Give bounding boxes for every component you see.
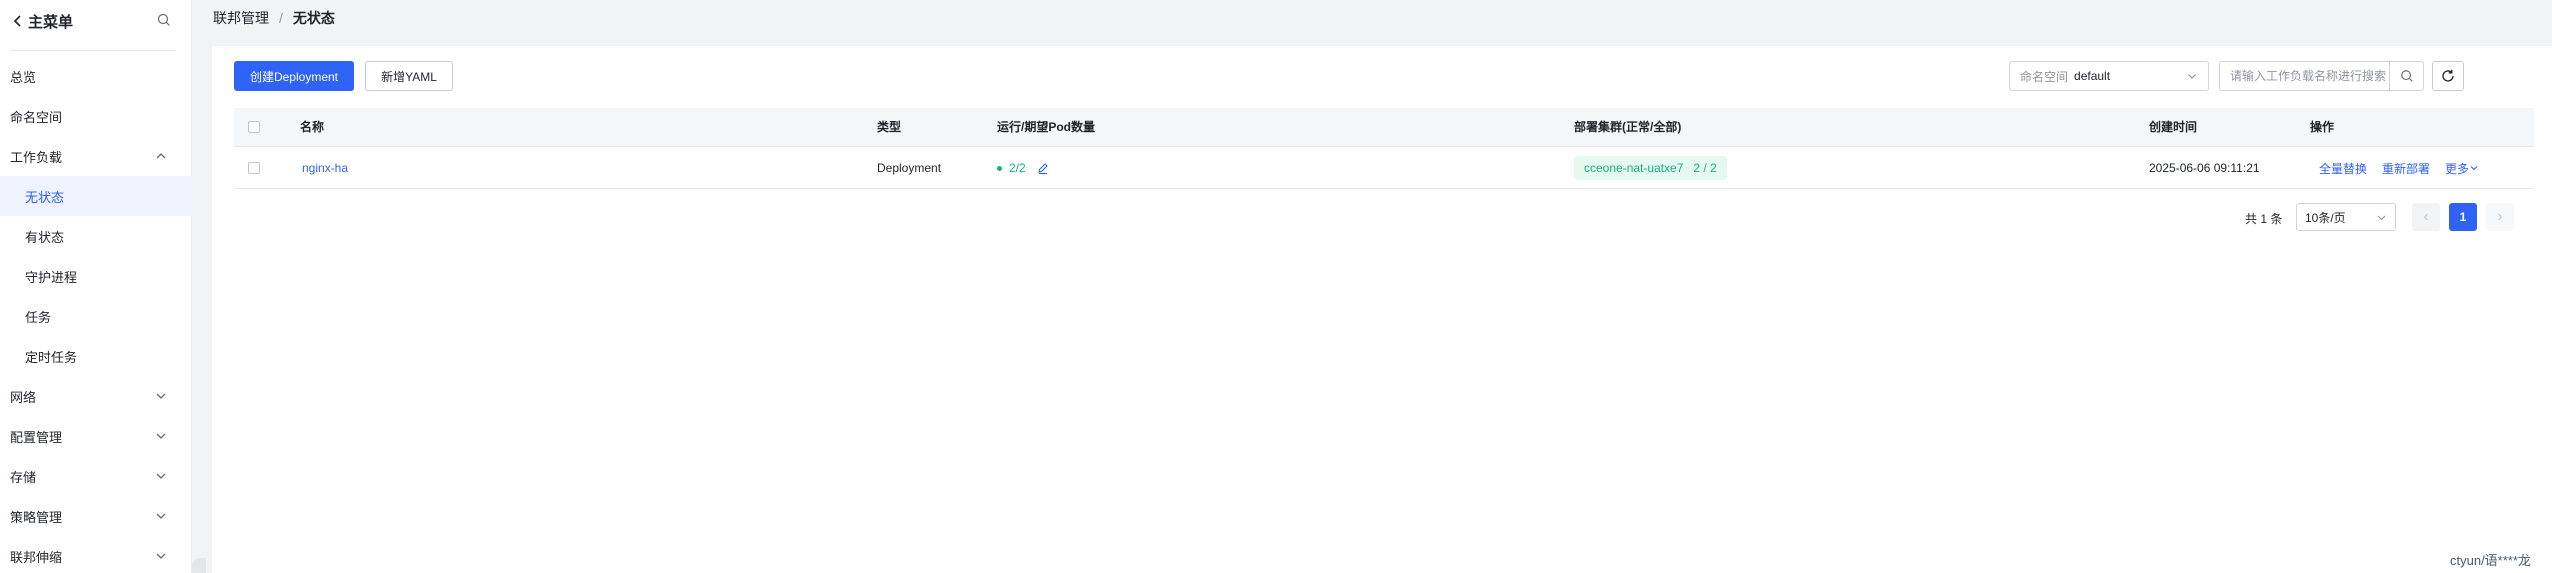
- page-size-value: 10条/页: [2305, 210, 2346, 225]
- breadcrumb-separator: /: [279, 10, 283, 26]
- chevron-down-icon: [156, 393, 166, 399]
- sidebar-item-label: 任务: [25, 309, 52, 325]
- column-header-created: 创建时间: [2149, 120, 2198, 134]
- search-field: [2219, 61, 2424, 91]
- sidebar-collapse-handle[interactable]: [192, 558, 206, 573]
- sidebar-item-label: 无状态: [25, 189, 65, 205]
- chevron-down-icon: [156, 433, 166, 439]
- chevron-left-icon: [2423, 213, 2428, 221]
- sidebar-item-storage[interactable]: 存储: [0, 456, 192, 496]
- sidebar-item-job[interactable]: 任务: [0, 296, 192, 336]
- refresh-icon: [2442, 69, 2454, 82]
- main-panel: 创建Deployment 新增YAML 命名空间 default 名称 类型 运…: [212, 46, 2552, 573]
- chevron-down-icon: [2377, 215, 2386, 221]
- table-row: nginx-ha Deployment 2/2 cceone-nat-uatxe…: [234, 147, 2534, 189]
- page-number-button[interactable]: 1: [2449, 203, 2477, 231]
- breadcrumb-current: 无状态: [292, 10, 335, 26]
- namespace-select-value: default: [2074, 69, 2111, 83]
- cluster-count: 2 / 2: [1693, 161, 1717, 175]
- sidebar: 主菜单 总览 命名空间 工作负载 无状态 有状态 守护进程 任务 定时任务 网络…: [0, 0, 192, 573]
- sidebar-header: 主菜单: [0, 0, 192, 42]
- select-all-checkbox[interactable]: [248, 121, 260, 133]
- sidebar-item-config[interactable]: 配置管理: [0, 416, 192, 456]
- column-header-actions: 操作: [2310, 120, 2335, 134]
- more-actions-dropdown[interactable]: 更多: [2445, 160, 2479, 177]
- full-replace-action[interactable]: 全量替换: [2319, 160, 2367, 177]
- workload-name-link[interactable]: nginx-ha: [302, 161, 348, 175]
- chevron-up-icon: [156, 153, 166, 159]
- cluster-name: cceone-nat-uatxe7: [1584, 161, 1684, 175]
- column-header-clusters: 部署集群(正常/全部): [1574, 120, 1682, 134]
- breadcrumb: 联邦管理 / 无状态: [213, 8, 335, 28]
- sidebar-item-label: 网络: [10, 389, 37, 405]
- sidebar-item-cronjob[interactable]: 定时任务: [0, 336, 192, 376]
- search-icon: [2400, 70, 2413, 82]
- sidebar-item-network[interactable]: 网络: [0, 376, 192, 416]
- sidebar-item-label: 命名空间: [10, 109, 63, 125]
- sidebar-item-label: 有状态: [25, 229, 65, 245]
- more-actions-label: 更多: [2445, 161, 2470, 176]
- sidebar-item-label: 联邦伸缩: [10, 549, 63, 565]
- create-deployment-button[interactable]: 创建Deployment: [234, 61, 354, 91]
- chevron-down-icon: [156, 513, 166, 519]
- chevron-down-icon: [2470, 166, 2478, 171]
- sidebar-divider: [10, 50, 176, 51]
- sidebar-item-label: 守护进程: [25, 269, 78, 285]
- total-count: 共 1 条: [2245, 212, 2283, 226]
- refresh-button[interactable]: [2432, 61, 2464, 91]
- add-yaml-button[interactable]: 新增YAML: [365, 61, 453, 91]
- pod-count: 2/2: [1009, 161, 1026, 175]
- sidebar-item-federated-scaling[interactable]: 联邦伸缩: [0, 536, 192, 573]
- sidebar-item-stateful[interactable]: 有状态: [0, 216, 192, 256]
- chevron-down-icon: [156, 473, 166, 479]
- sidebar-item-label: 工作负载: [10, 149, 63, 165]
- row-checkbox[interactable]: [248, 162, 260, 174]
- workload-search-input[interactable]: [2220, 63, 2390, 89]
- namespace-select-label: 命名空间: [2020, 69, 2069, 84]
- redeploy-action[interactable]: 重新部署: [2382, 160, 2430, 177]
- chevron-down-icon: [2188, 74, 2196, 79]
- search-icon[interactable]: [156, 12, 172, 28]
- chevron-down-icon: [156, 553, 166, 559]
- current-user: ctyun/语****龙: [2450, 553, 2531, 568]
- created-time: 2025-06-06 09:11:21: [2149, 161, 2260, 175]
- column-header-type: 类型: [877, 120, 902, 134]
- namespace-select[interactable]: 命名空间 default: [2009, 61, 2209, 91]
- main-menu-label: 主菜单: [28, 13, 74, 31]
- breadcrumb-parent[interactable]: 联邦管理: [213, 8, 269, 28]
- page-size-select[interactable]: 10条/页: [2296, 203, 2396, 231]
- sidebar-item-workloads[interactable]: 工作负载: [0, 136, 192, 176]
- sidebar-item-label: 存储: [10, 469, 37, 485]
- sidebar-item-label: 定时任务: [25, 349, 78, 365]
- status-dot: [997, 165, 1002, 171]
- main-menu-back-button[interactable]: 主菜单: [10, 11, 73, 32]
- table-header: 名称 类型 运行/期望Pod数量 部署集群(正常/全部) 创建时间 操作: [234, 108, 2534, 147]
- edit-icon[interactable]: [1036, 161, 1050, 175]
- sidebar-item-stateless[interactable]: 无状态: [0, 176, 192, 216]
- sidebar-item-label: 策略管理: [10, 509, 63, 525]
- sidebar-item-label: 总览: [10, 69, 37, 85]
- sidebar-item-policy[interactable]: 策略管理: [0, 496, 192, 536]
- sidebar-item-daemonset[interactable]: 守护进程: [0, 256, 192, 296]
- sidebar-item-label: 配置管理: [10, 429, 63, 445]
- cluster-tag: cceone-nat-uatxe7 2 / 2: [1574, 156, 1727, 180]
- search-button[interactable]: [2389, 62, 2423, 90]
- column-header-pods: 运行/期望Pod数量: [997, 120, 1095, 134]
- chevron-right-icon: [2498, 213, 2503, 221]
- chevron-left-icon: [13, 15, 21, 27]
- pod-status: 2/2: [997, 161, 1026, 175]
- previous-page-button[interactable]: [2412, 203, 2440, 231]
- column-header-name: 名称: [300, 120, 325, 134]
- workload-type: Deployment: [877, 161, 942, 175]
- sidebar-item-overview[interactable]: 总览: [0, 56, 192, 96]
- next-page-button[interactable]: [2486, 203, 2514, 231]
- sidebar-item-namespace[interactable]: 命名空间: [0, 96, 192, 136]
